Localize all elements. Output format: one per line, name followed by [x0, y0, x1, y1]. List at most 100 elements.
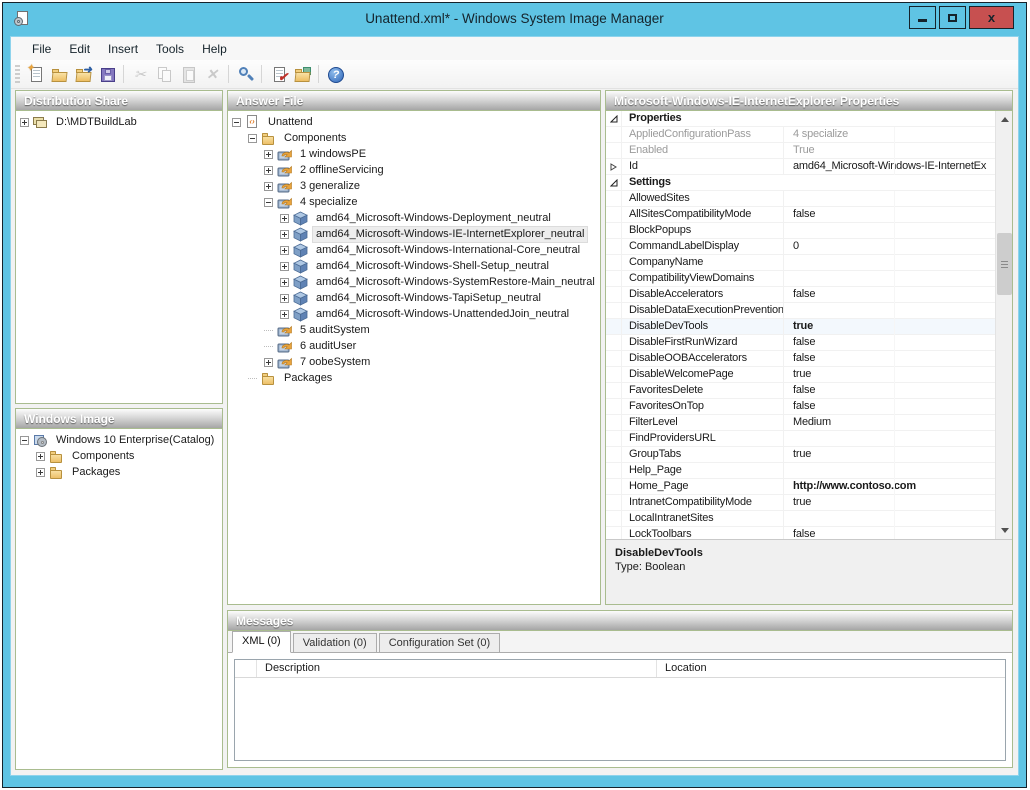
property-value[interactable]: Medium — [784, 415, 995, 431]
expand-plus-icon[interactable] — [280, 230, 289, 239]
tab-configuration-set[interactable]: Configuration Set (0) — [379, 633, 501, 652]
property-section-row[interactable]: Settings — [606, 175, 995, 191]
collapse-minus-icon[interactable] — [248, 134, 257, 143]
menu-insert[interactable]: Insert — [99, 39, 147, 59]
answer-file-tree-item[interactable]: 3 generalize — [230, 178, 598, 194]
property-grid-scrollbar[interactable] — [995, 111, 1012, 539]
property-value[interactable]: true — [784, 319, 995, 335]
menu-tools[interactable]: Tools — [147, 39, 193, 59]
property-value[interactable] — [784, 271, 995, 287]
property-row[interactable]: FavoritesDeletefalse — [606, 383, 995, 399]
expand-plus-icon[interactable] — [280, 310, 289, 319]
close-button[interactable]: x — [969, 6, 1014, 29]
scrollbar-thumb[interactable] — [997, 233, 1012, 295]
expand-plus-icon[interactable] — [280, 246, 289, 255]
answer-file-tree-item[interactable]: amd64_Microsoft-Windows-TapiSetup_neutra… — [230, 290, 598, 306]
property-value[interactable]: false — [784, 527, 995, 540]
property-row[interactable]: CompanyName — [606, 255, 995, 271]
property-row[interactable]: EnabledTrue — [606, 143, 995, 159]
property-row[interactable]: DisableWelcomePagetrue — [606, 367, 995, 383]
collapse-minus-icon[interactable] — [20, 436, 29, 445]
expand-plus-icon[interactable] — [280, 214, 289, 223]
expand-plus-icon[interactable] — [264, 166, 273, 175]
property-value[interactable]: amd64_Microsoft-Windows-IE-InternetEx — [784, 159, 995, 175]
expand-plus-icon[interactable] — [264, 182, 273, 191]
property-value[interactable]: false — [784, 335, 995, 351]
answer-file-tree-item[interactable]: amd64_Microsoft-Windows-Shell-Setup_neut… — [230, 258, 598, 274]
property-value[interactable] — [784, 191, 995, 207]
answer-file-tree-item[interactable]: 2 offlineServicing — [230, 162, 598, 178]
property-value[interactable] — [784, 255, 995, 271]
property-row[interactable]: CompatibilityViewDomains — [606, 271, 995, 287]
property-row[interactable]: Help_Page — [606, 463, 995, 479]
property-row[interactable]: AppliedConfigurationPass4 specialize — [606, 127, 995, 143]
section-collapse-icon[interactable] — [606, 111, 622, 127]
open-answer-file-button[interactable] — [48, 63, 70, 85]
minimize-button[interactable] — [909, 6, 936, 29]
property-row[interactable]: LockToolbarsfalse — [606, 527, 995, 539]
collapse-minus-icon[interactable] — [232, 118, 241, 127]
property-value[interactable]: false — [784, 287, 995, 303]
property-row[interactable]: FindProvidersURL — [606, 431, 995, 447]
menu-help[interactable]: Help — [193, 39, 236, 59]
answer-file-tree-item[interactable]: 1 windowsPE — [230, 146, 598, 162]
expand-plus-icon[interactable] — [36, 452, 45, 461]
answer-file-tree-item[interactable]: amd64_Microsoft-Windows-International-Co… — [230, 242, 598, 258]
property-section-row[interactable]: Properties — [606, 111, 995, 127]
messages-description-column[interactable]: Description — [257, 660, 657, 677]
expand-plus-icon[interactable] — [280, 262, 289, 271]
answer-file-tree-item[interactable]: 6 auditUser — [230, 338, 598, 354]
property-value[interactable]: false — [784, 383, 995, 399]
new-answer-file-button[interactable]: ✦ — [24, 63, 46, 85]
expand-plus-icon[interactable] — [280, 278, 289, 287]
tab-validation[interactable]: Validation (0) — [293, 633, 377, 652]
property-value[interactable]: 4 specialize — [784, 127, 995, 143]
open-distribution-share-button[interactable]: ➜ — [72, 63, 94, 85]
property-value[interactable]: true — [784, 447, 995, 463]
maximize-button[interactable] — [939, 6, 966, 29]
windows-image-tree-item[interactable]: Components — [18, 448, 220, 464]
toolbar-grip[interactable] — [15, 65, 20, 83]
answer-file-tree-item[interactable]: Components — [230, 130, 598, 146]
expand-plus-icon[interactable] — [20, 118, 29, 127]
property-value[interactable] — [784, 303, 995, 319]
property-row[interactable]: Idamd64_Microsoft-Windows-IE-InternetEx — [606, 159, 995, 175]
title-bar[interactable]: Unattend.xml* - Windows System Image Man… — [3, 3, 1026, 36]
expand-plus-icon[interactable] — [36, 468, 45, 477]
property-row[interactable]: AllSitesCompatibilityModefalse — [606, 207, 995, 223]
property-value[interactable]: true — [784, 367, 995, 383]
answer-file-tree-item[interactable]: amd64_Microsoft-Windows-SystemRestore-Ma… — [230, 274, 598, 290]
distribution-share-tree-item[interactable]: D:\MDTBuildLab — [18, 114, 220, 130]
section-collapse-icon[interactable] — [606, 175, 622, 191]
property-row[interactable]: DisableFirstRunWizardfalse — [606, 335, 995, 351]
menu-edit[interactable]: Edit — [60, 39, 99, 59]
property-row[interactable]: GroupTabstrue — [606, 447, 995, 463]
expand-plus-icon[interactable] — [264, 358, 273, 367]
validate-answer-file-button[interactable]: ✔ — [267, 63, 289, 85]
find-button[interactable] — [234, 63, 256, 85]
property-value[interactable]: true — [784, 495, 995, 511]
answer-file-tree-item[interactable]: Packages — [230, 370, 598, 386]
create-configuration-set-button[interactable] — [291, 63, 313, 85]
property-row[interactable]: FavoritesOnTopfalse — [606, 399, 995, 415]
property-row[interactable]: DisableAcceleratorsfalse — [606, 287, 995, 303]
property-row[interactable]: IntranetCompatibilityModetrue — [606, 495, 995, 511]
answer-file-tree-item[interactable]: ‹›Unattend — [230, 114, 598, 130]
property-value[interactable]: false — [784, 207, 995, 223]
expand-plus-icon[interactable] — [264, 150, 273, 159]
scrollbar-up-button[interactable] — [996, 111, 1013, 128]
property-row[interactable]: LocalIntranetSites — [606, 511, 995, 527]
answer-file-tree-item[interactable]: amd64_Microsoft-Windows-UnattendedJoin_n… — [230, 306, 598, 322]
property-value[interactable] — [784, 223, 995, 239]
collapse-minus-icon[interactable] — [264, 198, 273, 207]
property-row[interactable]: BlockPopups — [606, 223, 995, 239]
tab-xml[interactable]: XML (0) — [232, 631, 291, 653]
property-value[interactable] — [784, 511, 995, 527]
property-value[interactable] — [784, 463, 995, 479]
answer-file-tree-item[interactable]: 4 specialize — [230, 194, 598, 210]
property-row[interactable]: AllowedSites — [606, 191, 995, 207]
windows-image-tree-item[interactable]: Packages — [18, 464, 220, 480]
property-row[interactable]: DisableDevToolstrue — [606, 319, 995, 335]
answer-file-tree-item[interactable]: amd64_Microsoft-Windows-Deployment_neutr… — [230, 210, 598, 226]
property-row[interactable]: Home_Pagehttp://www.contoso.com — [606, 479, 995, 495]
